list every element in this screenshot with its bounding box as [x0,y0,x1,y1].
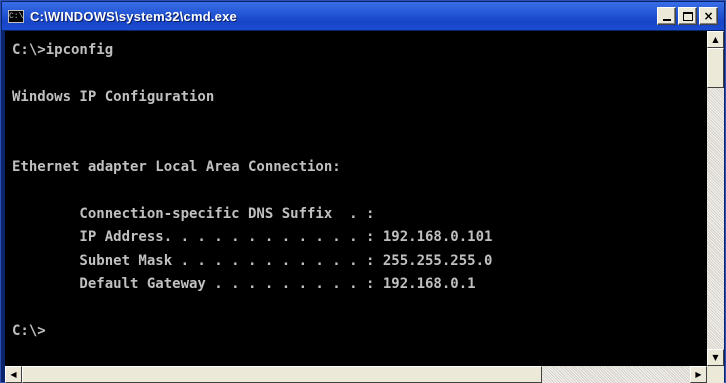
console-line: C:\>ipconfig [12,42,114,58]
console-line: IP Address. . . . . . . . . . . . : 192.… [12,229,493,246]
scroll-right-button[interactable]: ▶ [690,366,707,383]
arrow-up-icon: ▲ [712,34,719,44]
title-bar[interactable]: C:\ C:\WINDOWS\system32\cmd.exe × [2,2,724,30]
scroll-down-button[interactable]: ▼ [707,349,724,366]
close-button[interactable]: × [699,7,718,25]
window-controls: × [657,7,718,25]
console-output[interactable]: C:\>ipconfig Windows IP Configuration Ethe… [5,31,707,366]
scroll-left-button[interactable]: ◀ [5,366,22,383]
console-line: Default Gateway . . . . . . . . . : 192.… [12,275,476,292]
minimize-icon [662,18,671,21]
maximize-icon [682,11,693,21]
arrow-down-icon: ▼ [712,352,719,362]
scroll-up-button[interactable]: ▲ [707,31,724,48]
maximize-button[interactable] [678,7,697,25]
close-icon: × [703,9,714,23]
console-line: Ethernet adapter Local Area Connection: [12,158,341,175]
console-line: Connection-specific DNS Suffix . : [12,205,375,222]
console-line: C:\> [12,322,46,339]
vertical-scrollbar[interactable]: ▲ ▼ [707,31,724,366]
cmd-window: C:\ C:\WINDOWS\system32\cmd.exe × C:\>ip… [0,0,726,383]
horizontal-scrollbar[interactable]: ◀ ▶ [5,366,707,383]
window-title: C:\WINDOWS\system32\cmd.exe [30,8,237,24]
console-line: Windows IP Configuration [12,88,215,105]
console-line: Subnet Mask . . . . . . . . . . . : 255.… [12,252,493,269]
scrollbar-corner [707,366,724,383]
console-icon[interactable]: C:\ [8,9,24,23]
arrow-right-icon: ▶ [695,369,702,379]
arrow-left-icon: ◀ [10,369,17,379]
vertical-scroll-thumb[interactable] [707,48,724,88]
console-text: C:\>ipconfig Windows IP Configuration Ethe… [12,39,492,343]
horizontal-scroll-thumb[interactable] [22,366,542,383]
minimize-button[interactable] [657,7,676,25]
